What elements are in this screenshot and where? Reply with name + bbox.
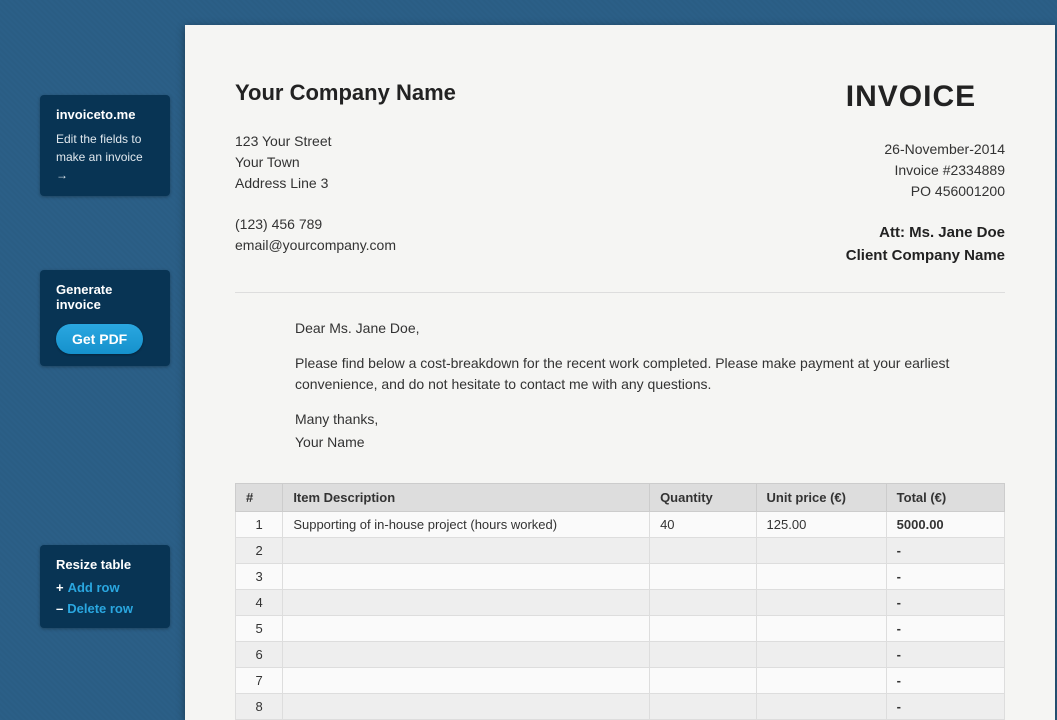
- cell-num: 5: [236, 616, 283, 642]
- client-company[interactable]: Client Company Name: [846, 245, 1005, 268]
- company-name-field[interactable]: Your Company Name: [235, 80, 456, 106]
- cell-total[interactable]: -: [886, 564, 1004, 590]
- cell-total[interactable]: 5000.00: [886, 512, 1004, 538]
- address-line-1[interactable]: 123 Your Street: [235, 131, 456, 152]
- cell-qty[interactable]: [650, 564, 756, 590]
- address-line-3[interactable]: Address Line 3: [235, 173, 456, 194]
- cell-desc[interactable]: [283, 668, 650, 694]
- cell-total[interactable]: -: [886, 668, 1004, 694]
- cell-total[interactable]: -: [886, 642, 1004, 668]
- invoice-number[interactable]: Invoice #2334889: [846, 160, 1005, 181]
- email-field[interactable]: email@yourcompany.com: [235, 235, 456, 256]
- cell-desc[interactable]: [283, 590, 650, 616]
- cell-unit[interactable]: [756, 642, 886, 668]
- cell-unit[interactable]: [756, 564, 886, 590]
- get-pdf-button[interactable]: Get PDF: [56, 324, 143, 354]
- table-header-row: # Item Description Quantity Unit price (…: [236, 484, 1005, 512]
- line-items-table: # Item Description Quantity Unit price (…: [235, 483, 1005, 720]
- cell-num: 3: [236, 564, 283, 590]
- cell-qty[interactable]: [650, 616, 756, 642]
- table-row: 7-: [236, 668, 1005, 694]
- cell-total[interactable]: -: [886, 538, 1004, 564]
- letter-text[interactable]: Please find below a cost-breakdown for t…: [295, 353, 965, 395]
- phone-field[interactable]: (123) 456 789: [235, 214, 456, 235]
- cell-desc[interactable]: [283, 538, 650, 564]
- cell-desc[interactable]: Supporting of in-house project (hours wo…: [283, 512, 650, 538]
- table-row: 5-: [236, 616, 1005, 642]
- cell-unit[interactable]: [756, 538, 886, 564]
- resize-title: Resize table: [56, 557, 154, 572]
- cell-qty[interactable]: [650, 538, 756, 564]
- cell-unit[interactable]: [756, 694, 886, 720]
- delete-row-button[interactable]: –Delete row: [56, 601, 154, 616]
- col-num-header: #: [236, 484, 283, 512]
- add-row-button[interactable]: +Add row: [56, 580, 154, 595]
- col-qty-header: Quantity: [650, 484, 756, 512]
- cell-num: 7: [236, 668, 283, 694]
- invoice-title: INVOICE: [846, 80, 1005, 114]
- cell-desc[interactable]: [283, 616, 650, 642]
- separator: [235, 292, 1005, 293]
- letter-body[interactable]: Dear Ms. Jane Doe, Please find below a c…: [295, 318, 965, 453]
- table-row: 2-: [236, 538, 1005, 564]
- cell-unit[interactable]: 125.00: [756, 512, 886, 538]
- address-line-2[interactable]: Your Town: [235, 152, 456, 173]
- letter-signer[interactable]: Your Name: [295, 432, 965, 453]
- cell-total[interactable]: -: [886, 694, 1004, 720]
- po-number[interactable]: PO 456001200: [846, 181, 1005, 202]
- invoice-paper: Your Company Name 123 Your Street Your T…: [185, 25, 1055, 720]
- cell-num: 1: [236, 512, 283, 538]
- table-row: 4-: [236, 590, 1005, 616]
- cell-total[interactable]: -: [886, 616, 1004, 642]
- cell-num: 4: [236, 590, 283, 616]
- col-total-header: Total (€): [886, 484, 1004, 512]
- cell-unit[interactable]: [756, 590, 886, 616]
- letter-thanks[interactable]: Many thanks,: [295, 409, 965, 430]
- col-desc-header: Item Description: [283, 484, 650, 512]
- cell-desc[interactable]: [283, 564, 650, 590]
- sidebar-generate: Generate invoice Get PDF: [40, 270, 170, 366]
- table-row: 6-: [236, 642, 1005, 668]
- brand-title: invoiceto.me: [56, 107, 154, 122]
- cell-desc[interactable]: [283, 642, 650, 668]
- cell-qty[interactable]: [650, 590, 756, 616]
- cell-total[interactable]: -: [886, 590, 1004, 616]
- cell-num: 2: [236, 538, 283, 564]
- invoice-date[interactable]: 26-November-2014: [846, 139, 1005, 160]
- table-row: 8-: [236, 694, 1005, 720]
- cell-unit[interactable]: [756, 668, 886, 694]
- col-unit-header: Unit price (€): [756, 484, 886, 512]
- cell-qty[interactable]: [650, 668, 756, 694]
- cell-unit[interactable]: [756, 616, 886, 642]
- letter-greeting[interactable]: Dear Ms. Jane Doe,: [295, 318, 965, 339]
- cell-num: 6: [236, 642, 283, 668]
- cell-desc[interactable]: [283, 694, 650, 720]
- cell-num: 8: [236, 694, 283, 720]
- hint-text: Edit the fields to make an invoice →: [56, 130, 154, 184]
- table-row: 3-: [236, 564, 1005, 590]
- cell-qty[interactable]: 40: [650, 512, 756, 538]
- cell-qty[interactable]: [650, 694, 756, 720]
- table-row: 1Supporting of in-house project (hours w…: [236, 512, 1005, 538]
- sidebar-resize: Resize table +Add row –Delete row: [40, 545, 170, 628]
- generate-title: Generate invoice: [56, 282, 154, 312]
- cell-qty[interactable]: [650, 642, 756, 668]
- client-att[interactable]: Att: Ms. Jane Doe: [846, 222, 1005, 245]
- sidebar-intro: invoiceto.me Edit the fields to make an …: [40, 95, 170, 196]
